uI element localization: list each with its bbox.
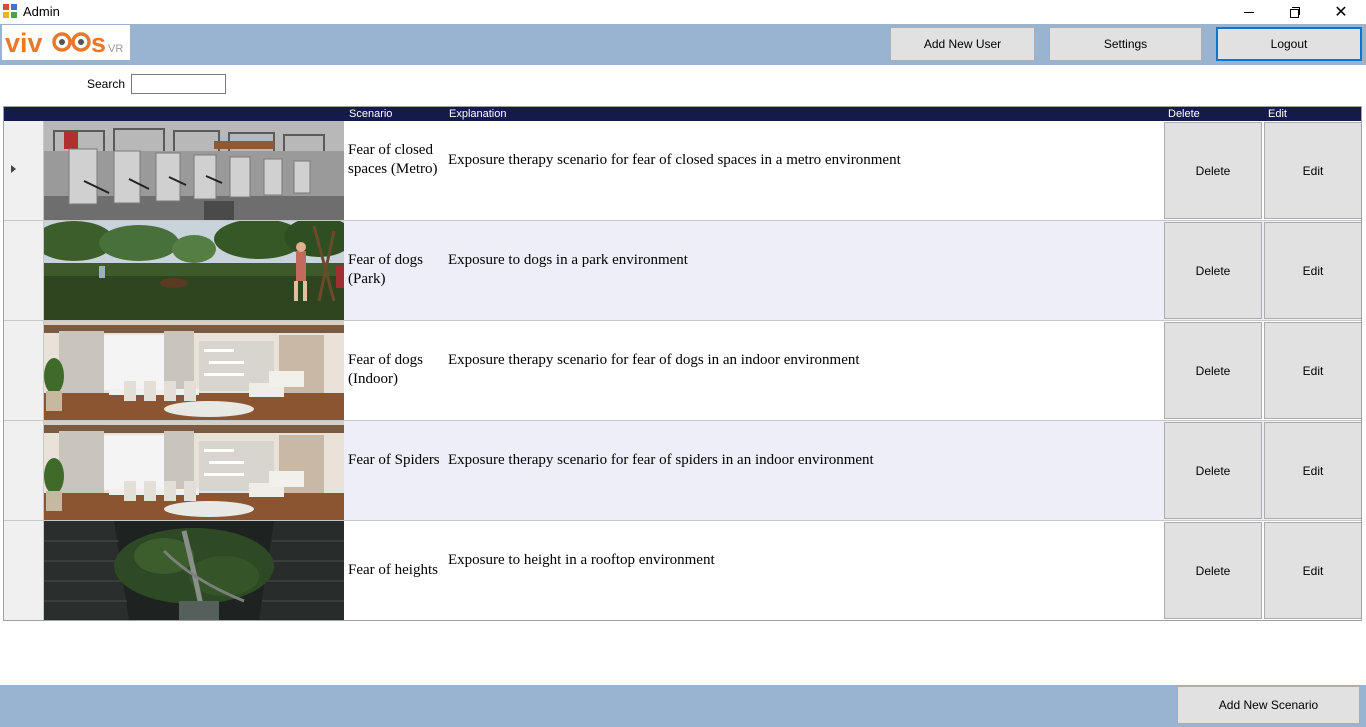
- explanation-cell[interactable]: Exposure therapy scenario for fear of do…: [448, 351, 1148, 370]
- row-header[interactable]: [4, 321, 44, 420]
- row-header[interactable]: [4, 221, 44, 320]
- footer-band: Add New Scenario: [0, 685, 1366, 727]
- delete-button[interactable]: Delete: [1164, 422, 1262, 519]
- column-header-scenario[interactable]: Scenario: [349, 108, 392, 120]
- add-new-scenario-button[interactable]: Add New Scenario: [1177, 686, 1360, 724]
- table-row[interactable]: Fear of dogs (Park) Exposure to dogs in …: [4, 221, 1361, 321]
- title-bar: Admin ✕: [0, 0, 1366, 24]
- edit-button[interactable]: Edit: [1264, 122, 1361, 219]
- table-row[interactable]: Fear of heights Exposure to height in a …: [4, 521, 1361, 620]
- park-scene-thumbnail: [44, 221, 344, 320]
- edit-button[interactable]: Edit: [1264, 322, 1361, 419]
- vivoos-logo: viv s VR: [2, 25, 130, 60]
- row-header[interactable]: [4, 421, 44, 520]
- add-new-user-button[interactable]: Add New User: [890, 27, 1035, 61]
- scenario-cell[interactable]: Fear of closed spaces (Metro): [348, 141, 444, 179]
- app-icon: [3, 4, 18, 19]
- edit-button[interactable]: Edit: [1264, 422, 1361, 519]
- delete-button[interactable]: Delete: [1164, 522, 1262, 619]
- delete-button[interactable]: Delete: [1164, 122, 1262, 219]
- table-row[interactable]: Fear of closed spaces (Metro) Exposure t…: [4, 121, 1361, 221]
- table-row[interactable]: Fear of Spiders Exposure therapy scenari…: [4, 421, 1361, 521]
- scenario-grid[interactable]: Scenario Explanation Delete Edit Fear of…: [3, 106, 1362, 621]
- rooftop-scene-thumbnail: [44, 521, 344, 620]
- scenario-cell[interactable]: Fear of dogs (Park): [348, 251, 444, 289]
- living-room-scene-thumbnail: [44, 421, 344, 520]
- close-icon[interactable]: ✕: [1318, 0, 1364, 24]
- column-header-delete[interactable]: Delete: [1168, 108, 1200, 120]
- restore-icon[interactable]: [1272, 0, 1318, 24]
- scenario-cell[interactable]: Fear of dogs (Indoor): [348, 351, 444, 389]
- explanation-cell[interactable]: Exposure to height in a rooftop environm…: [448, 551, 1148, 570]
- svg-text:VR: VR: [108, 43, 123, 55]
- search-input[interactable]: [131, 74, 226, 94]
- edit-button[interactable]: Edit: [1264, 222, 1361, 319]
- settings-button[interactable]: Settings: [1049, 27, 1202, 61]
- scenario-cell[interactable]: Fear of heights: [348, 561, 444, 580]
- logout-button[interactable]: Logout: [1216, 27, 1362, 61]
- column-header-edit[interactable]: Edit: [1268, 108, 1287, 120]
- row-header[interactable]: [4, 121, 44, 220]
- row-header[interactable]: [4, 521, 44, 620]
- header-band: viv s VR Add New User Settings Logout: [0, 24, 1366, 65]
- metro-scene-thumbnail: [44, 121, 344, 220]
- explanation-cell[interactable]: Exposure to dogs in a park environment: [448, 251, 1148, 270]
- window-title: Admin: [23, 4, 60, 19]
- delete-button[interactable]: Delete: [1164, 222, 1262, 319]
- grid-header: Scenario Explanation Delete Edit: [4, 107, 1361, 121]
- delete-button[interactable]: Delete: [1164, 322, 1262, 419]
- svg-text:viv: viv: [5, 28, 43, 58]
- minimize-icon[interactable]: [1226, 0, 1272, 24]
- search-label: Search: [87, 77, 126, 91]
- scenario-cell[interactable]: Fear of Spiders: [348, 451, 444, 470]
- table-row[interactable]: Fear of dogs (Indoor) Exposure therapy s…: [4, 321, 1361, 421]
- current-row-arrow-icon: [11, 165, 16, 173]
- column-header-explanation[interactable]: Explanation: [449, 108, 507, 120]
- svg-text:s: s: [91, 28, 106, 58]
- living-room-scene-thumbnail: [44, 321, 344, 420]
- edit-button[interactable]: Edit: [1264, 522, 1361, 619]
- explanation-cell[interactable]: Exposure therapy scenario for fear of sp…: [448, 451, 1148, 470]
- explanation-cell[interactable]: Exposure therapy scenario for fear of cl…: [448, 151, 1148, 170]
